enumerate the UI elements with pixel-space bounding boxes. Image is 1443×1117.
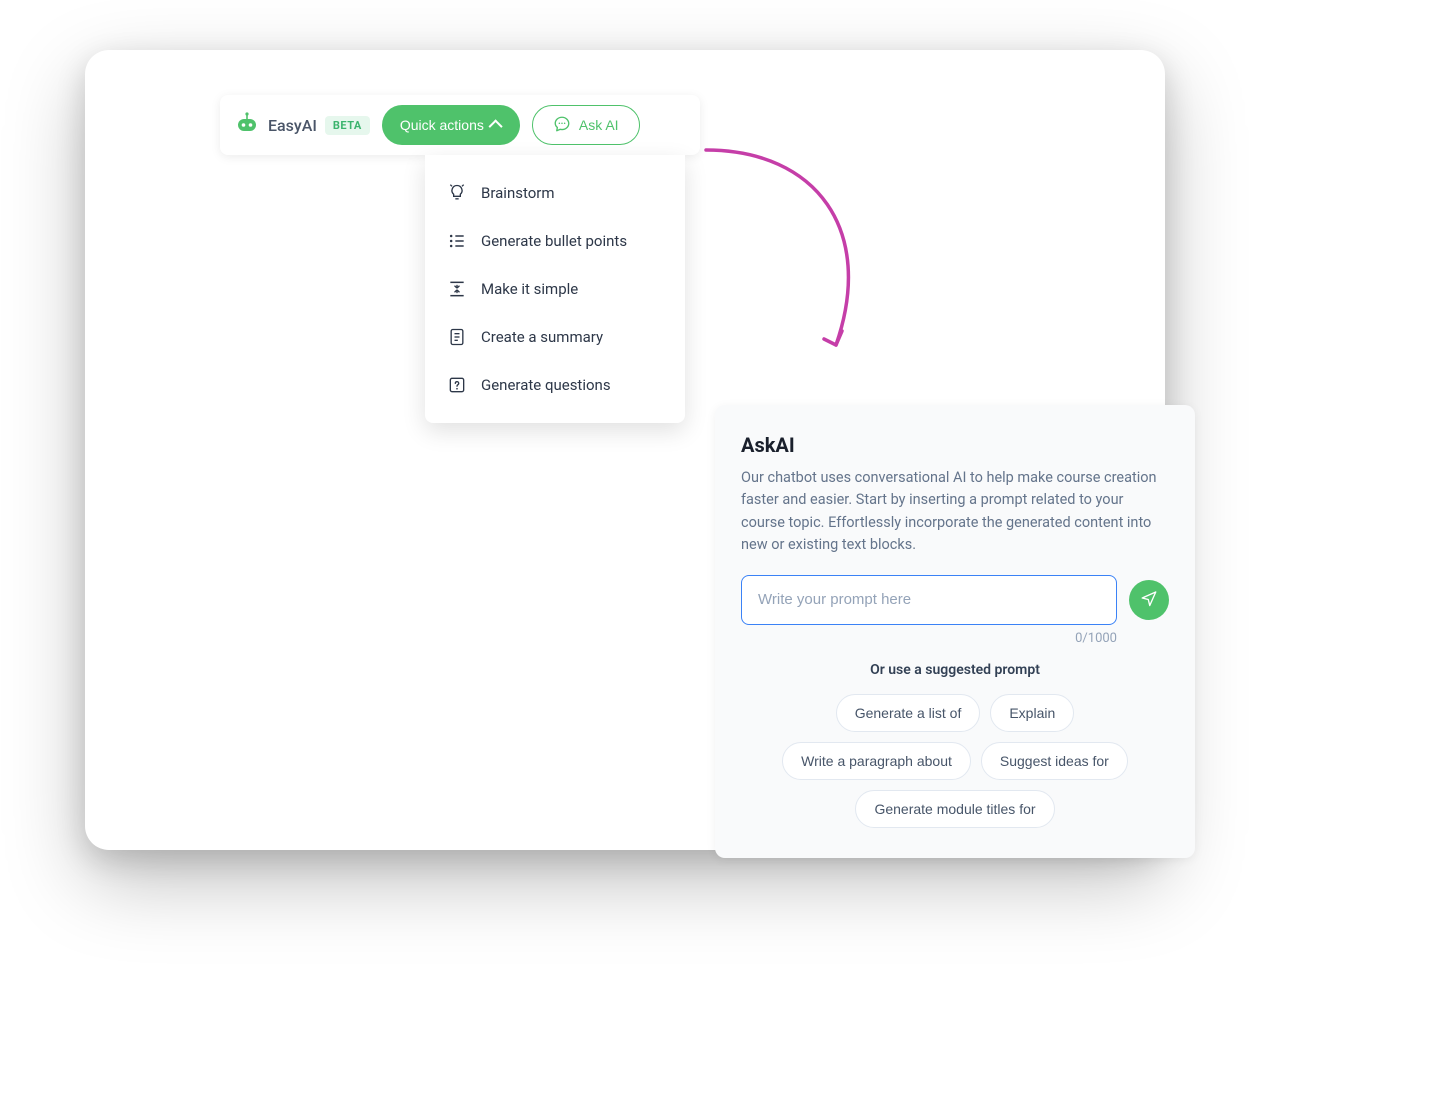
robot-icon: [234, 112, 260, 138]
document-icon: [447, 327, 467, 347]
character-count: 0/1000: [741, 631, 1117, 646]
askai-panel: AskAI Our chatbot uses conversational AI…: [715, 405, 1195, 858]
ask-ai-label: Ask AI: [579, 117, 619, 133]
quick-actions-button[interactable]: Quick actions: [382, 105, 520, 145]
send-icon: [1140, 589, 1158, 610]
send-button[interactable]: [1129, 580, 1169, 620]
dropdown-item-label: Make it simple: [481, 280, 578, 298]
chip-generate-list[interactable]: Generate a list of: [836, 694, 981, 732]
chip-suggest-ideas[interactable]: Suggest ideas for: [981, 742, 1128, 780]
dropdown-item-make-simple[interactable]: Make it simple: [425, 265, 685, 313]
bullet-list-icon: [447, 231, 467, 251]
dropdown-item-bullet-points[interactable]: Generate bullet points: [425, 217, 685, 265]
dropdown-item-label: Generate bullet points: [481, 232, 627, 250]
chat-icon: [553, 115, 571, 136]
chip-module-titles[interactable]: Generate module titles for: [855, 790, 1054, 828]
lightbulb-icon: [447, 183, 467, 203]
chip-explain[interactable]: Explain: [990, 694, 1074, 732]
ask-ai-button[interactable]: Ask AI: [532, 105, 640, 145]
dropdown-item-brainstorm[interactable]: Brainstorm: [425, 169, 685, 217]
brand-name: EasyAI: [268, 116, 317, 135]
quick-actions-dropdown: Brainstorm Generate bullet points Make i…: [425, 155, 685, 423]
easyai-toolbar: EasyAI BETA Quick actions Ask AI: [220, 95, 700, 155]
chip-write-paragraph[interactable]: Write a paragraph about: [782, 742, 971, 780]
dropdown-item-questions[interactable]: Generate questions: [425, 361, 685, 409]
collapse-icon: [447, 279, 467, 299]
dropdown-item-label: Generate questions: [481, 376, 611, 394]
prompt-input[interactable]: [741, 575, 1117, 625]
quick-actions-label: Quick actions: [400, 117, 484, 133]
dropdown-item-label: Brainstorm: [481, 184, 555, 202]
question-icon: [447, 375, 467, 395]
chevron-up-icon: [488, 119, 502, 133]
dropdown-item-summary[interactable]: Create a summary: [425, 313, 685, 361]
askai-description: Our chatbot uses conversational AI to he…: [741, 467, 1169, 557]
suggested-chips: Generate a list of Explain Write a parag…: [741, 694, 1169, 828]
beta-badge: BETA: [325, 116, 370, 135]
askai-title: AskAI: [741, 433, 1169, 457]
prompt-row: [741, 575, 1169, 625]
dropdown-item-label: Create a summary: [481, 328, 603, 346]
suggested-prompt-label: Or use a suggested prompt: [741, 662, 1169, 678]
brand: EasyAI BETA: [234, 112, 370, 138]
